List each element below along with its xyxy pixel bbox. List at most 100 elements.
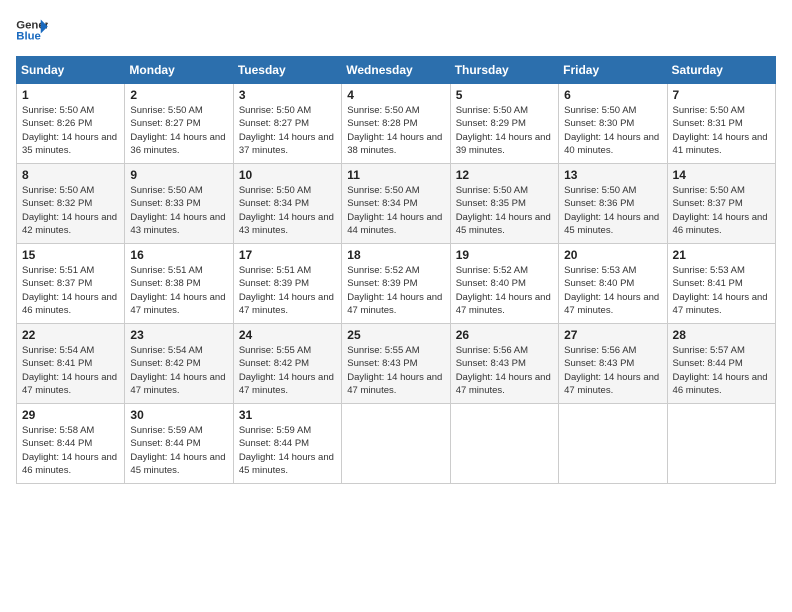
day-detail: Sunrise: 5:50 AMSunset: 8:29 PMDaylight:… (456, 105, 551, 156)
day-detail: Sunrise: 5:56 AMSunset: 8:43 PMDaylight:… (564, 345, 659, 396)
calendar-cell: 30 Sunrise: 5:59 AMSunset: 8:44 PMDaylig… (125, 404, 233, 484)
day-detail: Sunrise: 5:53 AMSunset: 8:40 PMDaylight:… (564, 265, 659, 316)
day-detail: Sunrise: 5:50 AMSunset: 8:37 PMDaylight:… (673, 185, 768, 236)
day-detail: Sunrise: 5:50 AMSunset: 8:36 PMDaylight:… (564, 185, 659, 236)
day-number: 23 (130, 328, 227, 342)
day-number: 31 (239, 408, 336, 422)
calendar-header-sunday: Sunday (17, 57, 125, 84)
day-detail: Sunrise: 5:50 AMSunset: 8:35 PMDaylight:… (456, 185, 551, 236)
logo-icon: General Blue (16, 16, 48, 44)
day-detail: Sunrise: 5:50 AMSunset: 8:28 PMDaylight:… (347, 105, 442, 156)
calendar-cell: 18 Sunrise: 5:52 AMSunset: 8:39 PMDaylig… (342, 244, 450, 324)
calendar-cell: 25 Sunrise: 5:55 AMSunset: 8:43 PMDaylig… (342, 324, 450, 404)
calendar-week-4: 22 Sunrise: 5:54 AMSunset: 8:41 PMDaylig… (17, 324, 776, 404)
calendar-header-saturday: Saturday (667, 57, 775, 84)
page-header: General Blue (16, 16, 776, 44)
day-detail: Sunrise: 5:51 AMSunset: 8:39 PMDaylight:… (239, 265, 334, 316)
day-detail: Sunrise: 5:55 AMSunset: 8:43 PMDaylight:… (347, 345, 442, 396)
day-number: 11 (347, 168, 444, 182)
calendar-cell (667, 404, 775, 484)
day-detail: Sunrise: 5:52 AMSunset: 8:39 PMDaylight:… (347, 265, 442, 316)
day-number: 15 (22, 248, 119, 262)
calendar-header-friday: Friday (559, 57, 667, 84)
calendar-cell: 12 Sunrise: 5:50 AMSunset: 8:35 PMDaylig… (450, 164, 558, 244)
day-number: 24 (239, 328, 336, 342)
day-detail: Sunrise: 5:50 AMSunset: 8:27 PMDaylight:… (239, 105, 334, 156)
svg-text:Blue: Blue (16, 31, 41, 43)
day-detail: Sunrise: 5:54 AMSunset: 8:42 PMDaylight:… (130, 345, 225, 396)
day-detail: Sunrise: 5:55 AMSunset: 8:42 PMDaylight:… (239, 345, 334, 396)
calendar-header-wednesday: Wednesday (342, 57, 450, 84)
day-number: 1 (22, 88, 119, 102)
day-number: 30 (130, 408, 227, 422)
calendar-cell: 15 Sunrise: 5:51 AMSunset: 8:37 PMDaylig… (17, 244, 125, 324)
day-detail: Sunrise: 5:50 AMSunset: 8:31 PMDaylight:… (673, 105, 768, 156)
day-detail: Sunrise: 5:51 AMSunset: 8:38 PMDaylight:… (130, 265, 225, 316)
calendar-header-monday: Monday (125, 57, 233, 84)
calendar-cell: 5 Sunrise: 5:50 AMSunset: 8:29 PMDayligh… (450, 84, 558, 164)
day-number: 27 (564, 328, 661, 342)
day-number: 25 (347, 328, 444, 342)
day-number: 16 (130, 248, 227, 262)
day-number: 17 (239, 248, 336, 262)
day-detail: Sunrise: 5:50 AMSunset: 8:34 PMDaylight:… (347, 185, 442, 236)
calendar-cell: 23 Sunrise: 5:54 AMSunset: 8:42 PMDaylig… (125, 324, 233, 404)
calendar-header-tuesday: Tuesday (233, 57, 341, 84)
day-number: 14 (673, 168, 770, 182)
day-number: 7 (673, 88, 770, 102)
day-number: 18 (347, 248, 444, 262)
calendar-cell: 1 Sunrise: 5:50 AMSunset: 8:26 PMDayligh… (17, 84, 125, 164)
calendar-cell: 28 Sunrise: 5:57 AMSunset: 8:44 PMDaylig… (667, 324, 775, 404)
day-detail: Sunrise: 5:56 AMSunset: 8:43 PMDaylight:… (456, 345, 551, 396)
day-number: 8 (22, 168, 119, 182)
calendar-header-thursday: Thursday (450, 57, 558, 84)
day-number: 3 (239, 88, 336, 102)
day-detail: Sunrise: 5:50 AMSunset: 8:32 PMDaylight:… (22, 185, 117, 236)
calendar-cell: 26 Sunrise: 5:56 AMSunset: 8:43 PMDaylig… (450, 324, 558, 404)
day-detail: Sunrise: 5:50 AMSunset: 8:26 PMDaylight:… (22, 105, 117, 156)
calendar-cell: 3 Sunrise: 5:50 AMSunset: 8:27 PMDayligh… (233, 84, 341, 164)
day-number: 22 (22, 328, 119, 342)
calendar-cell: 21 Sunrise: 5:53 AMSunset: 8:41 PMDaylig… (667, 244, 775, 324)
day-detail: Sunrise: 5:59 AMSunset: 8:44 PMDaylight:… (239, 425, 334, 476)
day-number: 21 (673, 248, 770, 262)
calendar-cell: 2 Sunrise: 5:50 AMSunset: 8:27 PMDayligh… (125, 84, 233, 164)
day-number: 26 (456, 328, 553, 342)
calendar-cell (559, 404, 667, 484)
calendar-week-5: 29 Sunrise: 5:58 AMSunset: 8:44 PMDaylig… (17, 404, 776, 484)
calendar-cell: 9 Sunrise: 5:50 AMSunset: 8:33 PMDayligh… (125, 164, 233, 244)
day-number: 2 (130, 88, 227, 102)
day-number: 12 (456, 168, 553, 182)
day-detail: Sunrise: 5:58 AMSunset: 8:44 PMDaylight:… (22, 425, 117, 476)
calendar-cell: 16 Sunrise: 5:51 AMSunset: 8:38 PMDaylig… (125, 244, 233, 324)
calendar-cell: 20 Sunrise: 5:53 AMSunset: 8:40 PMDaylig… (559, 244, 667, 324)
calendar-cell: 14 Sunrise: 5:50 AMSunset: 8:37 PMDaylig… (667, 164, 775, 244)
day-detail: Sunrise: 5:50 AMSunset: 8:30 PMDaylight:… (564, 105, 659, 156)
calendar-cell: 24 Sunrise: 5:55 AMSunset: 8:42 PMDaylig… (233, 324, 341, 404)
day-number: 9 (130, 168, 227, 182)
day-detail: Sunrise: 5:50 AMSunset: 8:33 PMDaylight:… (130, 185, 225, 236)
calendar-cell: 22 Sunrise: 5:54 AMSunset: 8:41 PMDaylig… (17, 324, 125, 404)
day-detail: Sunrise: 5:57 AMSunset: 8:44 PMDaylight:… (673, 345, 768, 396)
calendar-header-row: SundayMondayTuesdayWednesdayThursdayFrid… (17, 57, 776, 84)
day-detail: Sunrise: 5:52 AMSunset: 8:40 PMDaylight:… (456, 265, 551, 316)
calendar-cell: 10 Sunrise: 5:50 AMSunset: 8:34 PMDaylig… (233, 164, 341, 244)
calendar-week-1: 1 Sunrise: 5:50 AMSunset: 8:26 PMDayligh… (17, 84, 776, 164)
calendar-cell: 11 Sunrise: 5:50 AMSunset: 8:34 PMDaylig… (342, 164, 450, 244)
day-number: 4 (347, 88, 444, 102)
calendar-cell: 8 Sunrise: 5:50 AMSunset: 8:32 PMDayligh… (17, 164, 125, 244)
day-number: 29 (22, 408, 119, 422)
day-detail: Sunrise: 5:54 AMSunset: 8:41 PMDaylight:… (22, 345, 117, 396)
day-number: 13 (564, 168, 661, 182)
day-detail: Sunrise: 5:50 AMSunset: 8:27 PMDaylight:… (130, 105, 225, 156)
calendar-cell: 7 Sunrise: 5:50 AMSunset: 8:31 PMDayligh… (667, 84, 775, 164)
calendar-cell: 6 Sunrise: 5:50 AMSunset: 8:30 PMDayligh… (559, 84, 667, 164)
calendar-cell: 13 Sunrise: 5:50 AMSunset: 8:36 PMDaylig… (559, 164, 667, 244)
calendar-cell: 31 Sunrise: 5:59 AMSunset: 8:44 PMDaylig… (233, 404, 341, 484)
day-detail: Sunrise: 5:59 AMSunset: 8:44 PMDaylight:… (130, 425, 225, 476)
day-number: 10 (239, 168, 336, 182)
calendar-cell: 19 Sunrise: 5:52 AMSunset: 8:40 PMDaylig… (450, 244, 558, 324)
day-detail: Sunrise: 5:53 AMSunset: 8:41 PMDaylight:… (673, 265, 768, 316)
calendar-cell (342, 404, 450, 484)
day-detail: Sunrise: 5:51 AMSunset: 8:37 PMDaylight:… (22, 265, 117, 316)
